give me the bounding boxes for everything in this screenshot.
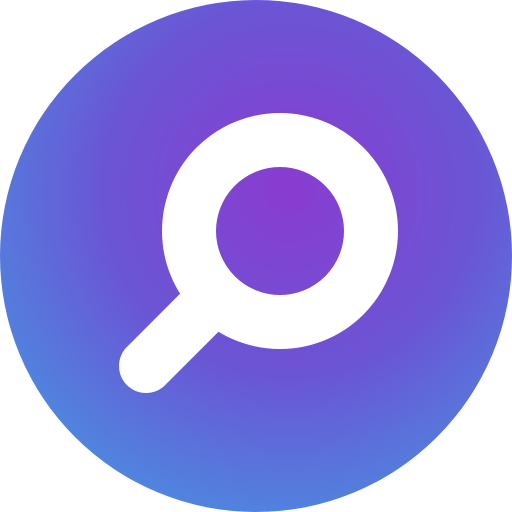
search-icon	[0, 0, 512, 512]
icon-background	[0, 0, 512, 512]
search-app-icon[interactable]	[0, 0, 512, 512]
magnifier-handle	[119, 285, 227, 393]
